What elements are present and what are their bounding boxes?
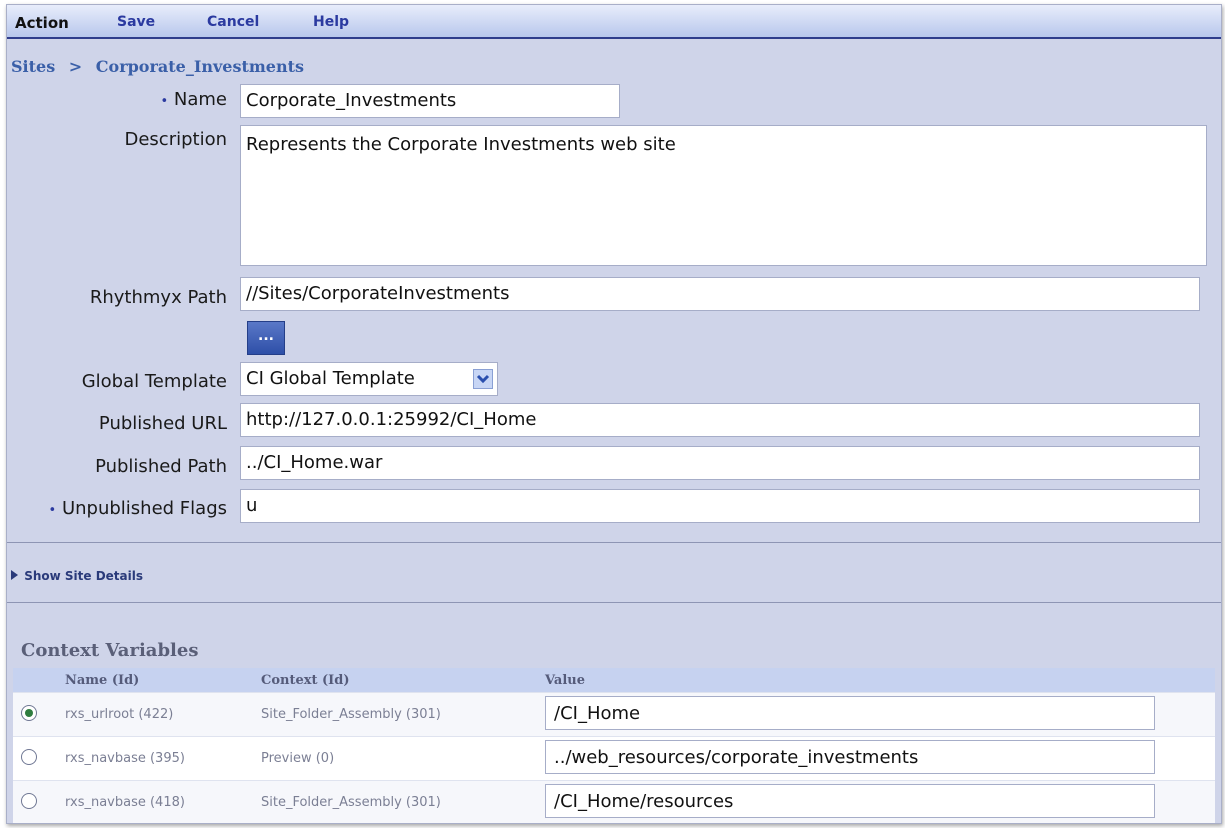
variable-value-input[interactable]: /CI_Home/resources [545, 783, 1155, 818]
variable-name: rxs_urlroot (422) [65, 692, 261, 737]
breadcrumb-sites-link[interactable]: Sites [11, 57, 55, 76]
variable-context: Preview (0) [261, 736, 545, 781]
table-row[interactable]: rxs_navbase (418) Site_Folder_Assembly (… [13, 780, 1215, 823]
site-editor-window: Action Save Cancel Help Sites > Corporat… [6, 4, 1222, 824]
divider [7, 542, 1221, 543]
description-label: Description [124, 129, 227, 150]
chevron-down-icon[interactable] [473, 369, 493, 389]
variable-context: Site_Folder_Assembly (301) [261, 780, 545, 823]
triangle-right-icon [11, 570, 18, 580]
required-marker: • [48, 503, 57, 518]
published-url-input[interactable]: http://127.0.0.1:25992/CI_Home [240, 403, 1200, 437]
show-site-details-toggle[interactable]: Show Site Details [11, 569, 143, 583]
name-label: • Name [160, 89, 227, 110]
table-row[interactable]: rxs_urlroot (422) Site_Folder_Assembly (… [13, 692, 1215, 737]
rhythmyx-path-label: Rhythmyx Path [89, 287, 227, 308]
context-variables-table: Name (Id) Context (Id) Value rxs_urlroot… [13, 668, 1215, 823]
name-input[interactable]: Corporate_Investments [240, 84, 620, 118]
column-header-context: Context (Id) [261, 668, 545, 693]
column-header-name: Name (Id) [65, 668, 261, 693]
variable-name: rxs_navbase (395) [65, 736, 261, 781]
table-row[interactable]: rxs_navbase (395) Preview (0) ../web_res… [13, 736, 1215, 781]
global-template-select[interactable]: CI Global Template [240, 362, 498, 396]
global-template-label: Global Template [81, 371, 227, 392]
divider [7, 602, 1221, 603]
save-button[interactable]: Save [117, 14, 155, 30]
variable-name: rxs_navbase (418) [65, 780, 261, 823]
help-button[interactable]: Help [313, 14, 349, 30]
breadcrumb-separator: > [68, 57, 83, 76]
required-marker: • [160, 94, 169, 109]
breadcrumb-current: Corporate_Investments [95, 57, 304, 76]
action-toolbar: Action Save Cancel Help [7, 5, 1221, 39]
variable-value-input[interactable]: /CI_Home [545, 695, 1155, 730]
description-textarea[interactable]: Represents the Corporate Investments web… [240, 125, 1207, 266]
breadcrumb: Sites > Corporate_Investments [11, 57, 304, 76]
published-url-label: Published URL [98, 413, 227, 434]
column-header-value: Value [545, 668, 1215, 693]
unpublished-flags-label: • Unpublished Flags [48, 498, 227, 519]
rhythmyx-path-input[interactable]: //Sites/CorporateInvestments [240, 277, 1200, 311]
variable-context: Site_Folder_Assembly (301) [261, 692, 545, 737]
table-header-row: Name (Id) Context (Id) Value [13, 668, 1215, 693]
published-path-label: Published Path [95, 456, 227, 477]
row-radio[interactable] [21, 792, 37, 809]
cancel-button[interactable]: Cancel [207, 14, 259, 30]
context-variables-title: Context Variables [21, 640, 199, 661]
variable-value-input[interactable]: ../web_resources/corporate_investments [545, 739, 1155, 774]
row-radio[interactable] [21, 748, 37, 765]
published-path-input[interactable]: ../CI_Home.war [240, 446, 1200, 480]
unpublished-flags-input[interactable]: u [240, 489, 1200, 523]
action-menu[interactable]: Action [15, 14, 69, 32]
browse-button[interactable]: ... [247, 321, 285, 355]
row-radio[interactable] [21, 704, 37, 721]
